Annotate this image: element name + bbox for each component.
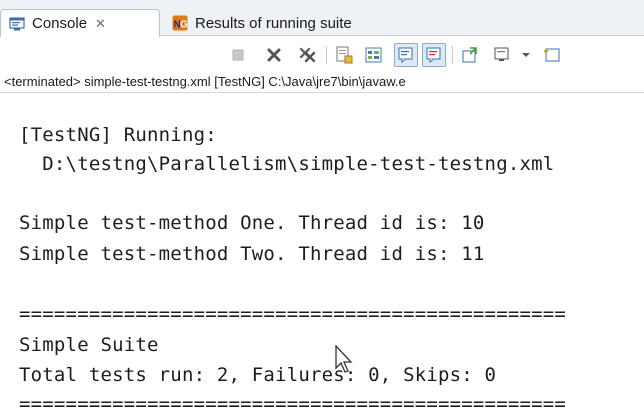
scroll-lock-button[interactable] bbox=[332, 43, 356, 67]
pin-console-button[interactable] bbox=[458, 43, 482, 67]
tab-results-of-running-suite[interactable]: N G Results of running suite bbox=[164, 10, 352, 36]
mouse-cursor-icon bbox=[335, 345, 353, 373]
console-line: Simple test-method One. Thread id is: 10 bbox=[19, 212, 485, 234]
open-console-icon bbox=[544, 48, 560, 62]
remove-all-terminated-button[interactable] bbox=[296, 43, 320, 67]
tab-results-label: Results of running suite bbox=[195, 14, 352, 32]
toolbar-separator bbox=[326, 46, 327, 64]
tab-console-label: Console bbox=[32, 15, 88, 32]
scroll-lock-icon bbox=[336, 46, 353, 64]
toolbar-separator bbox=[452, 46, 453, 64]
close-icon[interactable]: ✕ bbox=[95, 17, 106, 30]
console-output[interactable]: [TestNG] Running: D:\testng\Parallelism\… bbox=[0, 94, 644, 413]
process-status-label: <terminated> simple-test-testng.xml [Tes… bbox=[0, 71, 644, 93]
console-view: Console ✕ N G Results of running suite <… bbox=[0, 0, 644, 413]
word-wrap-button[interactable] bbox=[362, 43, 386, 67]
stop-icon bbox=[232, 49, 244, 61]
console-line: D:\testng\Parallelism\simple-test-testng… bbox=[19, 153, 555, 175]
remove-x-icon bbox=[267, 48, 281, 62]
view-tab-strip: Console ✕ N G Results of running suite bbox=[0, 0, 644, 37]
console-separator-line: ========================================… bbox=[19, 303, 567, 325]
remove-launch-button[interactable] bbox=[262, 43, 286, 67]
show-stderr-icon bbox=[426, 47, 441, 63]
show-console-stderr-button[interactable] bbox=[422, 43, 446, 67]
display-console-dropdown[interactable] bbox=[514, 43, 538, 67]
pin-icon bbox=[462, 47, 477, 63]
terminate-button[interactable] bbox=[226, 43, 250, 67]
word-wrap-icon bbox=[365, 47, 382, 63]
chevron-down-icon bbox=[522, 53, 530, 57]
console-line: Simple test-method Two. Thread id is: 11 bbox=[19, 243, 485, 265]
console-line: [TestNG] Running: bbox=[19, 124, 217, 146]
console-separator-line: ========================================… bbox=[19, 393, 567, 413]
show-stdout-icon bbox=[398, 47, 413, 63]
console-line: Simple Suite bbox=[19, 334, 159, 356]
console-icon bbox=[9, 16, 25, 30]
show-console-stdout-button[interactable] bbox=[394, 43, 418, 67]
tab-console[interactable]: Console ✕ bbox=[0, 9, 160, 37]
display-console-icon bbox=[494, 47, 509, 61]
open-console-button[interactable] bbox=[540, 43, 564, 67]
testng-icon: N G bbox=[172, 15, 188, 31]
remove-all-icon bbox=[299, 47, 316, 63]
console-line: Total tests run: 2, Failures: 0, Skips: … bbox=[19, 364, 497, 386]
console-toolbar bbox=[0, 37, 644, 71]
display-selected-console-button[interactable] bbox=[490, 43, 514, 67]
svg-text:G: G bbox=[180, 20, 188, 31]
